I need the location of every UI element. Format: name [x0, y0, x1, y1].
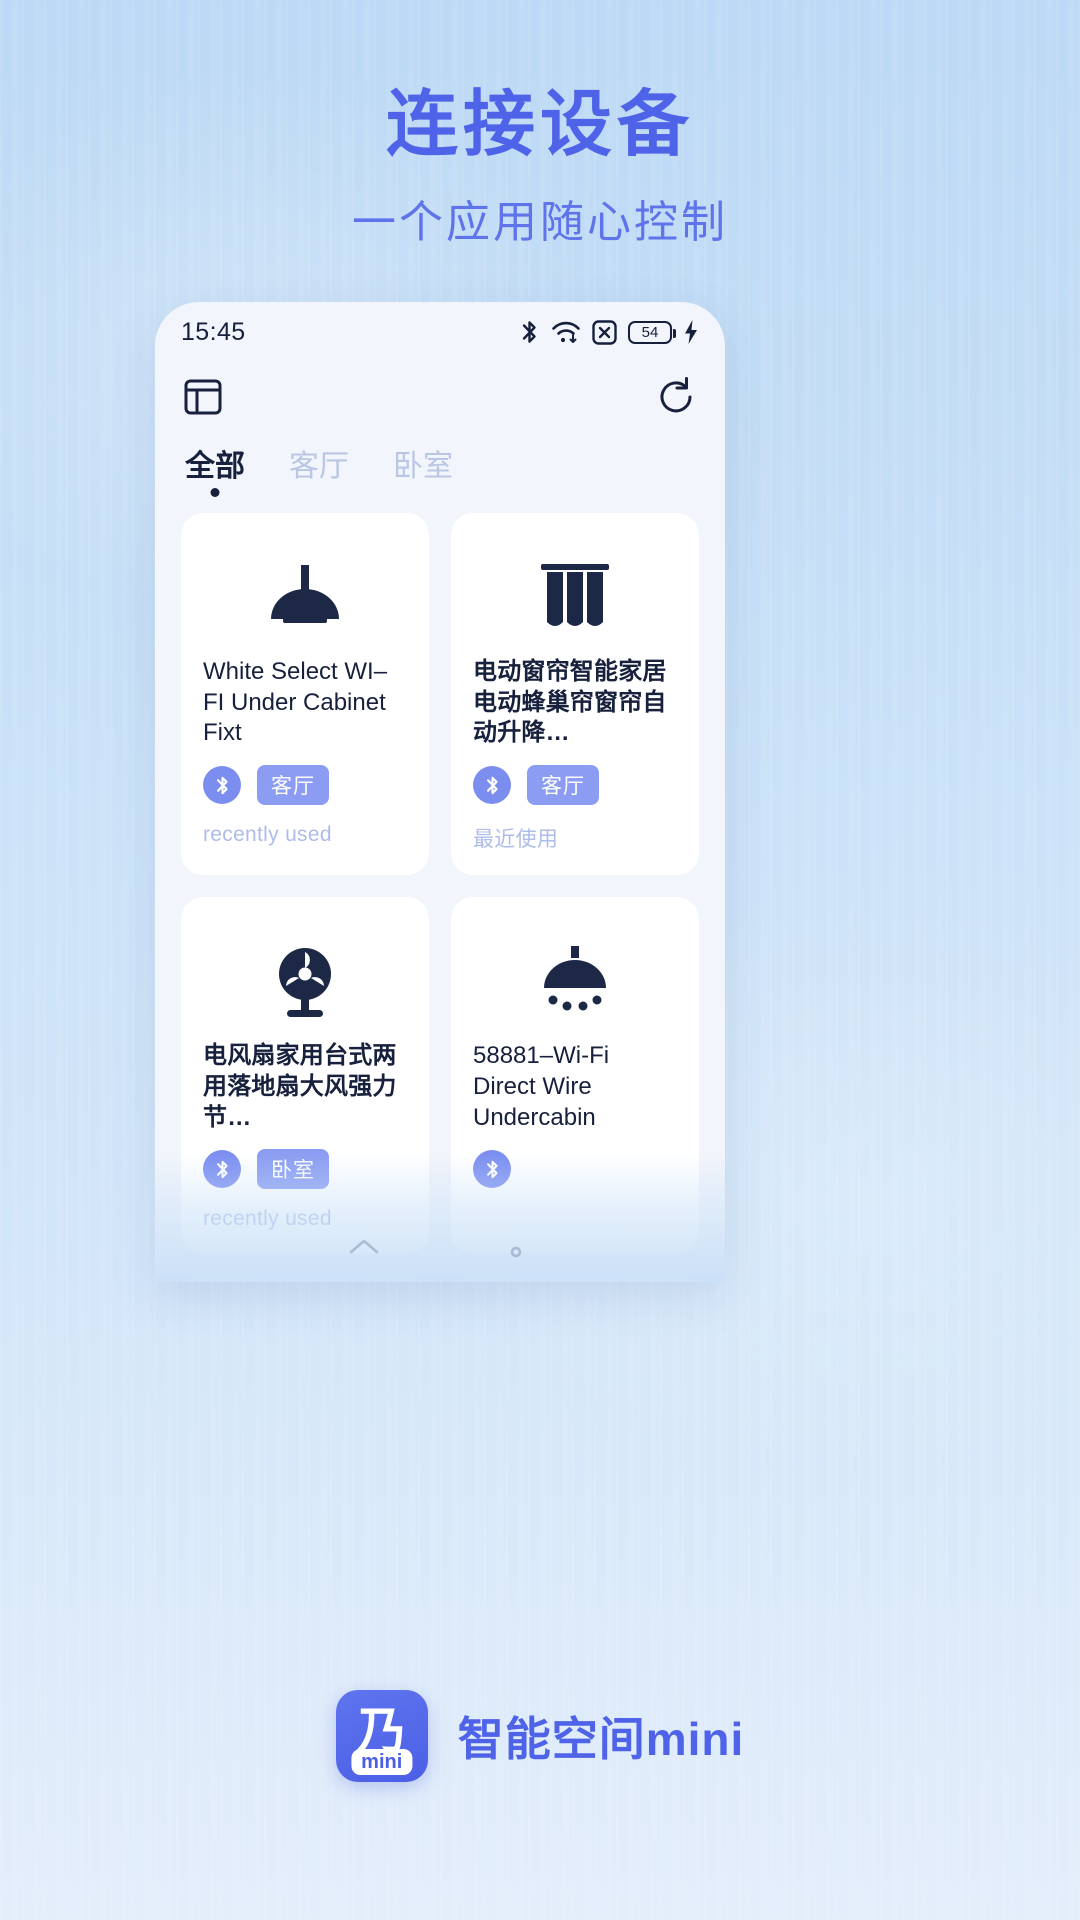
device-badges — [473, 1149, 677, 1189]
wifi-icon — [551, 319, 581, 345]
device-card[interactable] — [451, 1275, 699, 1282]
tab-bedroom[interactable]: 卧室 — [393, 441, 453, 501]
tab-all[interactable]: 全部 — [185, 441, 245, 501]
device-card[interactable] — [181, 1275, 429, 1282]
no-signal-icon — [592, 319, 617, 345]
device-title: 电动窗帘智能家居电动蜂巢帘窗帘自动升降… — [473, 658, 667, 747]
pendant-lamp-icon — [203, 539, 407, 657]
fan-icon — [203, 923, 407, 1041]
app-name: 智能空间mini — [457, 1713, 745, 1765]
bluetooth-icon — [203, 766, 241, 805]
room-tag: 卧室 — [257, 1149, 329, 1190]
charging-bolt-icon — [683, 319, 699, 345]
device-card[interactable]: 电风扇家用台式两用落地扇大风强力节… 卧室 recently used — [181, 897, 429, 1254]
device-card[interactable]: White Select WI–FI Under Cabinet Fixt 客厅… — [181, 513, 429, 876]
page-title: 连接设备 — [385, 85, 694, 165]
status-time: 15:45 — [181, 317, 246, 346]
curtain-icon — [473, 539, 677, 657]
page-subtitle: 一个应用随心控制 — [352, 198, 728, 247]
app-logo: 乃 mini — [335, 1690, 428, 1782]
layout-panel-icon[interactable] — [183, 377, 223, 422]
device-badges: 客厅 — [203, 765, 407, 806]
ceiling-light-icon — [473, 923, 677, 1041]
tab-living-room[interactable]: 客厅 — [289, 441, 349, 501]
refresh-icon[interactable] — [655, 376, 697, 423]
device-status: recently used — [203, 1207, 332, 1231]
device-status: recently used — [203, 823, 332, 847]
device-grid: White Select WI–FI Under Cabinet Fixt 客厅… — [155, 513, 725, 1282]
room-tag: 客厅 — [527, 765, 599, 806]
device-badges: 客厅 — [473, 765, 677, 806]
recents-icon[interactable] — [500, 1238, 532, 1266]
room-tab-bar: 全部 客厅 卧室 — [155, 423, 725, 501]
room-tag: 客厅 — [257, 765, 329, 806]
bluetooth-icon — [473, 766, 511, 805]
device-badges: 卧室 — [203, 1149, 407, 1190]
status-bar: 15:45 54 — [155, 302, 725, 362]
phone-mockup: 15:45 54 全部 客厅 卧室 White Select WI–FI Und… — [155, 302, 725, 1282]
device-card[interactable]: 58881–Wi-Fi Direct Wire Undercabin — [451, 897, 699, 1254]
system-nav-bar — [155, 1238, 725, 1266]
brand-footer: 乃 mini 智能空间mini — [0, 1690, 1080, 1782]
device-title: White Select WI–FI Under Cabinet Fixt — [203, 658, 388, 747]
bluetooth-icon — [473, 1150, 511, 1189]
bluetooth-icon — [519, 319, 540, 345]
battery-icon: 54 — [628, 320, 676, 344]
logo-mini-badge: mini — [351, 1749, 413, 1775]
app-toolbar — [155, 362, 725, 423]
battery-level: 54 — [641, 323, 659, 341]
status-icon-group: 54 — [519, 319, 699, 345]
device-title: 58881–Wi-Fi Direct Wire Undercabin — [473, 1042, 610, 1131]
home-icon[interactable] — [348, 1238, 380, 1266]
device-title: 电风扇家用台式两用落地扇大风强力节… — [203, 1042, 397, 1131]
device-status: 最近使用 — [473, 828, 559, 852]
device-card[interactable]: 电动窗帘智能家居电动蜂巢帘窗帘自动升降… 客厅 最近使用 — [451, 513, 699, 876]
bluetooth-icon — [203, 1150, 241, 1189]
